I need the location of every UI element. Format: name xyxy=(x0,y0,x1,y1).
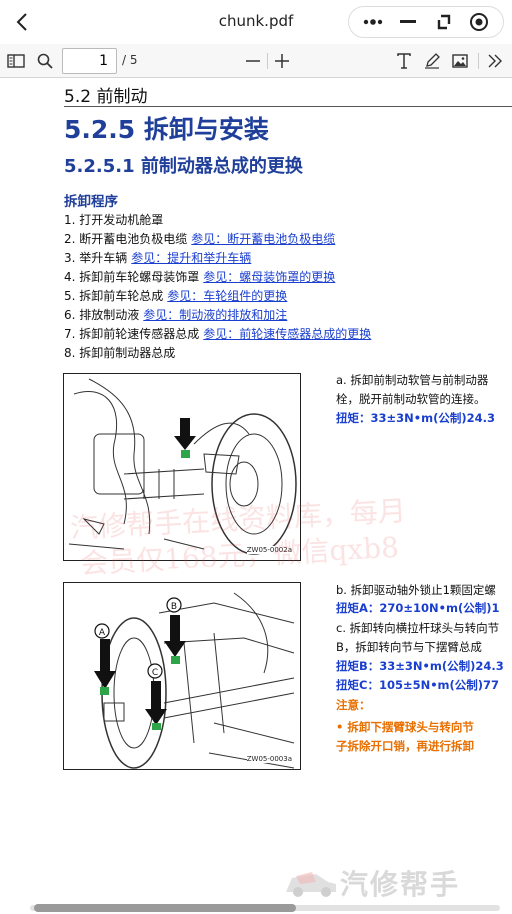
reference-link[interactable]: 参见：螺母装饰罩的更换 xyxy=(203,270,335,284)
instruction-line: 栓，脱开前制动软管的连接。 xyxy=(336,392,486,406)
expand-icon xyxy=(437,14,450,30)
instruction-line: a. 拆卸前制动软管与前制动器 xyxy=(336,373,489,387)
text-tool-button[interactable] xyxy=(394,51,414,71)
target-close-icon xyxy=(470,13,489,31)
pen-icon xyxy=(425,53,440,69)
step-item: 2. 断开蓄电池负极电缆 参见：断开蓄电池负极电缆 xyxy=(64,230,504,249)
minus-icon xyxy=(400,20,417,23)
section-title: 5.2 前制动 xyxy=(64,87,148,107)
brand-logo-text: 汽修帮手 xyxy=(340,868,461,901)
draw-tool-button[interactable] xyxy=(422,51,442,71)
step-item: 8. 拆卸前制动器总成 xyxy=(64,344,504,363)
pdf-page[interactable]: 5.2 前制动 5.2.5 拆卸与安装 5.2.5.1 前制动器总成的更换 拆卸… xyxy=(0,78,512,904)
step-number: 2. xyxy=(64,232,76,246)
toolbar-divider xyxy=(267,53,268,69)
reference-link[interactable]: 参见：断开蓄电池负极电缆 xyxy=(191,232,335,246)
step-item: 4. 拆卸前车轮螺母装饰罩 参见：螺母装饰罩的更换 xyxy=(64,268,504,287)
reference-link[interactable]: 参见：制动液的排放和加注 xyxy=(143,308,287,322)
step-text: 排放制动液 xyxy=(79,308,140,322)
step-text: 拆卸前车轮总成 xyxy=(79,289,164,303)
reference-link[interactable]: 参见：前轮速传感器总成的更换 xyxy=(203,327,371,341)
step-number: 8. xyxy=(64,346,76,360)
figure-code: ZW05-0003a xyxy=(246,755,292,763)
step-text: 举升车辆 xyxy=(79,251,128,265)
step-item: 1. 打开发动机舱罩 xyxy=(64,211,504,230)
torque-spec: 扭矩A：270±10N•m(公制)1 xyxy=(336,601,500,615)
torque-spec: 扭矩C：105±5N•m(公制)77 xyxy=(336,678,500,692)
brand-logo: 汽修帮手 xyxy=(282,866,461,901)
more-tools-button[interactable] xyxy=(485,51,505,71)
instruction-line: B，拆卸转向节与下摆臂总成 xyxy=(336,640,482,654)
double-chevron-icon xyxy=(488,54,502,68)
figure-steering-knuckle: A B C ZW05-0003a xyxy=(63,582,301,770)
step-text: 拆卸前车轮螺母装饰罩 xyxy=(79,270,200,284)
horizontal-scrollbar[interactable] xyxy=(30,903,500,912)
text-tool-icon xyxy=(397,53,411,69)
page-total-label: / 5 xyxy=(122,53,138,67)
close-button[interactable] xyxy=(465,8,493,36)
heading-3: 拆卸程序 xyxy=(64,194,118,210)
divider xyxy=(64,106,512,107)
step-item: 3. 举升车辆 参见：提升和举升车辆 xyxy=(64,249,504,268)
step-item: 6. 排放制动液 参见：制动液的排放和加注 xyxy=(64,306,504,325)
image-icon xyxy=(452,54,468,68)
image-tool-button[interactable] xyxy=(450,51,470,71)
instruction-line: c. 拆卸转向横拉杆球头与转向节 xyxy=(336,621,500,635)
instruction-line: b. 拆卸驱动轴外锁止1颗固定螺 xyxy=(336,583,496,597)
torque-spec: 扭矩B：33±3N•m(公制)24.3 xyxy=(336,659,504,673)
step-text: 打开发动机舱罩 xyxy=(79,213,164,227)
page-number-input[interactable]: 1 xyxy=(62,48,117,74)
heading-1: 5.2.5 拆卸与安装 xyxy=(64,115,269,144)
callout-b: B xyxy=(171,602,177,612)
sidebar-toggle-icon xyxy=(7,54,25,68)
step-number: 1. xyxy=(64,213,76,227)
search-button[interactable] xyxy=(35,51,55,71)
zoom-in-button[interactable] xyxy=(272,51,292,71)
caution-text: • 拆卸下摆臂球头与转向节 xyxy=(336,720,474,734)
caution-text: 子拆除开口销，再进行拆卸 xyxy=(336,739,474,753)
heading-2: 5.2.5.1 前制动器总成的更换 xyxy=(64,156,303,177)
step-number: 4. xyxy=(64,270,76,284)
steering-knuckle-illustration: A B C xyxy=(94,592,295,769)
step-text: 拆卸前轮速传感器总成 xyxy=(79,327,200,341)
more-dots-icon xyxy=(363,19,382,25)
step-text: 拆卸前制动器总成 xyxy=(79,346,176,360)
top-app-bar: chunk.pdf xyxy=(0,0,512,44)
step-item: 5. 拆卸前车轮总成 参见：车轮组件的更换 xyxy=(64,287,504,306)
step-number: 5. xyxy=(64,289,76,303)
reference-link[interactable]: 参见：车轮组件的更换 xyxy=(167,289,287,303)
step-number: 6. xyxy=(64,308,76,322)
window-controls-capsule xyxy=(348,6,504,38)
zoom-out-button[interactable] xyxy=(243,51,263,71)
sidebar-toggle-button[interactable] xyxy=(6,51,26,71)
procedure-steps: 1. 打开发动机舱罩 2. 断开蓄电池负极电缆 参见：断开蓄电池负极电缆 3. 举… xyxy=(64,211,504,363)
step-number: 3. xyxy=(64,251,76,265)
toolbar-divider xyxy=(478,53,479,69)
pdf-toolbar: 1 / 5 xyxy=(0,44,512,78)
step-number: 7. xyxy=(64,327,76,341)
step-item: 7. 拆卸前轮速传感器总成 参见：前轮速传感器总成的更换 xyxy=(64,325,504,344)
caution-label: 注意： xyxy=(336,698,371,712)
callout-a: A xyxy=(99,628,106,638)
minimize-button[interactable] xyxy=(394,8,422,36)
expand-button[interactable] xyxy=(430,8,458,36)
search-icon xyxy=(37,53,53,69)
callout-c: C xyxy=(152,668,158,678)
step-text: 断开蓄电池负极电缆 xyxy=(79,232,188,246)
zoom-in-icon xyxy=(275,54,289,68)
more-button[interactable] xyxy=(359,8,387,36)
reference-link[interactable]: 参见：提升和举升车辆 xyxy=(131,251,251,265)
zoom-out-icon xyxy=(246,60,260,62)
scrollbar-thumb[interactable] xyxy=(34,904,296,912)
car-logo-icon xyxy=(286,872,336,897)
torque-spec: 扭矩：33±3N•m(公制)24.3 xyxy=(336,411,495,425)
